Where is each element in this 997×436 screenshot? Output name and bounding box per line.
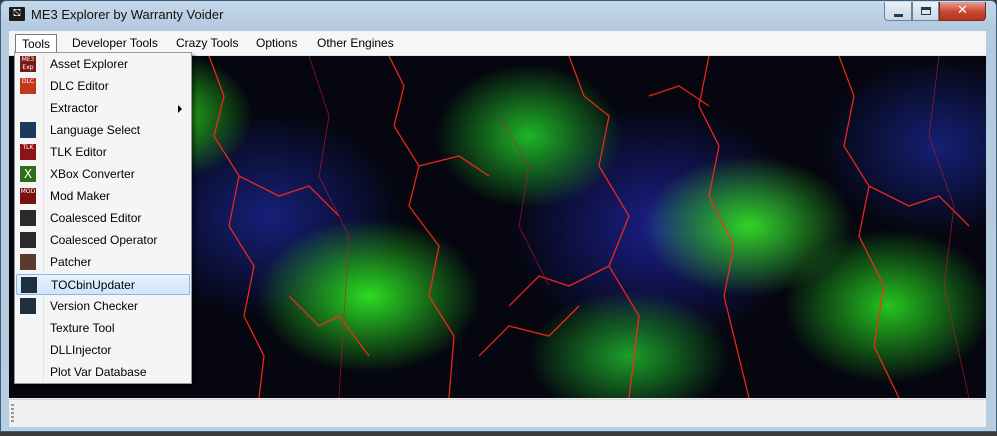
menu-item-label: Patcher — [50, 255, 92, 269]
menu-item-version-checker[interactable]: Version Checker — [16, 296, 190, 317]
mod-maker-icon: MOD — [20, 188, 36, 204]
xbox-converter-icon: X — [20, 166, 36, 182]
menu-item-label: Language Select — [50, 123, 141, 137]
menu-item-label: Mod Maker — [50, 189, 111, 203]
version-checker-icon — [20, 298, 36, 314]
menu-item-tlk-editor[interactable]: TLK TLK Editor — [16, 142, 190, 163]
menu-item-label: Version Checker — [50, 299, 139, 313]
menu-item-label: TOCbinUpdater — [51, 278, 135, 292]
menu-item-label: DLC Editor — [50, 79, 109, 93]
window-title: ME3 Explorer by Warranty Voider — [31, 7, 224, 22]
menu-options[interactable]: Options — [250, 34, 303, 53]
maximize-icon — [921, 7, 931, 15]
coalesced-operator-icon — [20, 232, 36, 248]
menu-item-texture-tool[interactable]: Texture Tool — [16, 318, 190, 339]
menu-item-label: Coalesced Editor — [50, 211, 142, 225]
menu-item-dlc-editor[interactable]: DLC DLC Editor — [16, 76, 190, 97]
menu-item-label: TLK Editor — [50, 145, 107, 159]
status-bar — [9, 399, 986, 426]
maximize-button[interactable] — [912, 2, 939, 21]
tocbin-updater-icon — [21, 277, 37, 293]
menu-item-patcher[interactable]: Patcher — [16, 252, 190, 273]
menu-item-mod-maker[interactable]: MOD Mod Maker — [16, 186, 190, 207]
tools-dropdown-menu: ME3 Exp Asset Explorer DLC DLC Editor Ex… — [14, 52, 192, 384]
menu-item-label: Texture Tool — [50, 321, 115, 335]
menu-item-label: DLLInjector — [50, 343, 112, 357]
menu-item-xbox-converter[interactable]: X XBox Converter — [16, 164, 190, 185]
menu-item-label: Plot Var Database — [50, 365, 147, 379]
menu-item-plot-var-database[interactable]: Plot Var Database — [16, 362, 190, 383]
minimize-icon — [894, 14, 903, 17]
menu-item-label: XBox Converter — [50, 167, 135, 181]
menu-item-coalesced-operator[interactable]: Coalesced Operator — [16, 230, 190, 251]
patcher-icon — [20, 254, 36, 270]
app-icon: ⛞ — [9, 7, 25, 21]
title-bar[interactable]: ⛞ ME3 Explorer by Warranty Voider ✕ — [1, 1, 996, 27]
tlk-editor-icon: TLK — [20, 144, 36, 160]
coalesced-editor-icon — [20, 210, 36, 226]
language-select-icon — [20, 122, 36, 138]
menu-item-dll-injector[interactable]: DLLInjector — [16, 340, 190, 361]
menu-item-language-select[interactable]: Language Select — [16, 120, 190, 141]
menu-item-tocbin-updater[interactable]: TOCbinUpdater — [16, 274, 190, 295]
close-button[interactable]: ✕ — [939, 2, 986, 21]
menu-developer-tools[interactable]: Developer Tools — [66, 34, 164, 53]
menu-crazy-tools[interactable]: Crazy Tools — [170, 34, 244, 53]
menu-item-extractor[interactable]: Extractor — [16, 98, 190, 119]
dlc-editor-icon: DLC — [20, 78, 36, 94]
menu-item-label: Extractor — [50, 101, 99, 115]
menu-item-asset-explorer[interactable]: ME3 Exp Asset Explorer — [16, 54, 190, 75]
menu-item-label: Asset Explorer — [50, 57, 129, 71]
menu-item-coalesced-editor[interactable]: Coalesced Editor — [16, 208, 190, 229]
minimize-button[interactable] — [884, 2, 912, 21]
menu-other-engines[interactable]: Other Engines — [311, 34, 400, 53]
submenu-arrow-icon — [178, 105, 182, 113]
close-icon: ✕ — [957, 3, 968, 18]
status-grip[interactable] — [11, 404, 14, 422]
menu-item-label: Coalesced Operator — [50, 233, 158, 247]
asset-explorer-icon: ME3 Exp — [20, 56, 36, 72]
